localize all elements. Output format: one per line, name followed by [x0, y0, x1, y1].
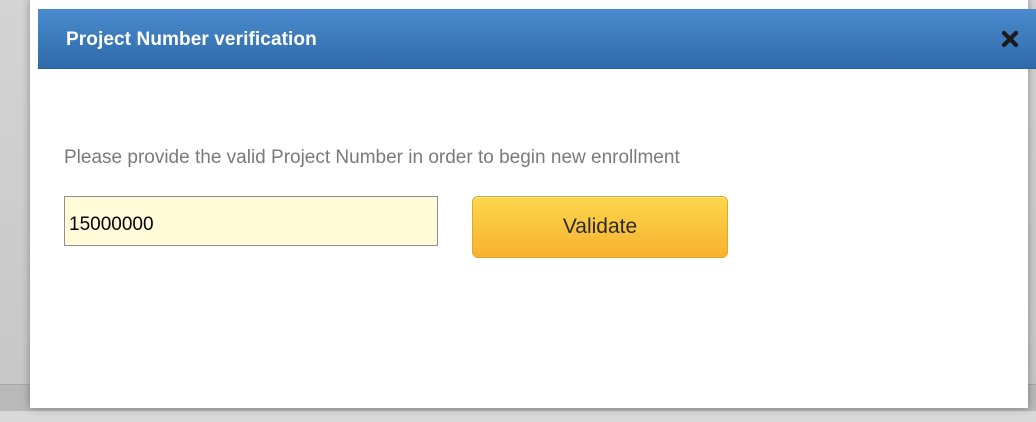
dialog-titlebar[interactable]: Project Number verification: [38, 9, 1036, 69]
validate-button[interactable]: Validate: [472, 196, 728, 258]
close-x-icon: [1001, 30, 1019, 48]
project-number-input[interactable]: [64, 196, 438, 246]
close-button[interactable]: [996, 25, 1024, 53]
dialog-title: Project Number verification: [66, 29, 317, 50]
backdrop-bottom: [0, 411, 1036, 422]
instruction-text: Please provide the valid Project Number …: [64, 147, 680, 168]
project-verification-dialog: Project Number verification Please provi…: [30, 0, 1036, 408]
